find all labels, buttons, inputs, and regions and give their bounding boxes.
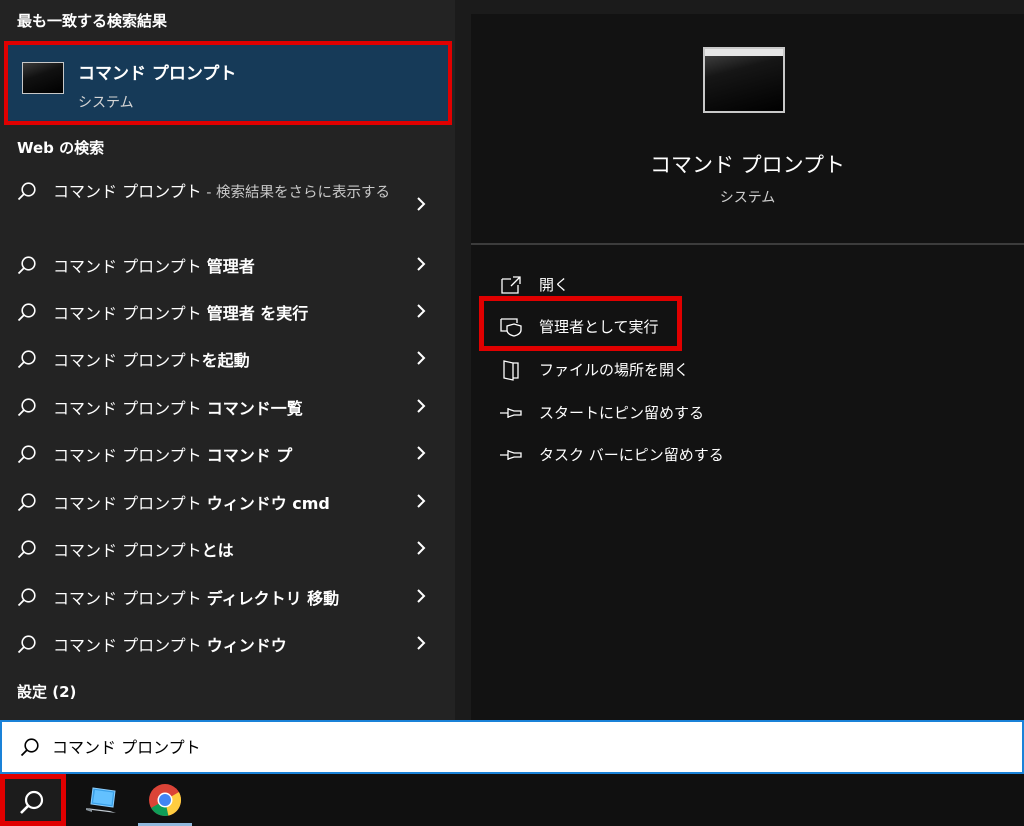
- action-pin-to-taskbar-label: タスク バーにピン留めする: [539, 446, 724, 464]
- web-result-suggestion: コマンド プ: [206, 446, 293, 465]
- best-match-subtitle: システム: [78, 95, 134, 111]
- web-result-item[interactable]: コマンド プロンプト コマンド一覧: [0, 383, 455, 429]
- search-box[interactable]: [0, 720, 1024, 774]
- action-open-label: 開く: [539, 276, 570, 294]
- chevron-right-icon: [417, 197, 426, 211]
- action-open-file-location[interactable]: ファイルの場所を開く: [499, 355, 799, 385]
- web-result-suggestion: ディレクトリ 移動: [206, 589, 340, 608]
- web-result-item[interactable]: コマンド プロンプト - 検索結果をさらに表示する: [0, 176, 455, 234]
- web-result-item[interactable]: コマンド プロンプトとは: [0, 525, 455, 571]
- web-result-item[interactable]: コマンド プロンプト 管理者 を実行: [0, 288, 455, 334]
- chevron-right-icon: [417, 446, 426, 460]
- taskbar: [0, 774, 1024, 826]
- web-result-suggestion: を起動: [201, 351, 250, 370]
- taskbar-search-button[interactable]: [0, 774, 66, 826]
- search-icon: [17, 182, 36, 201]
- web-result-query: コマンド プロンプト: [53, 541, 202, 560]
- web-result-item[interactable]: コマンド プロンプト ウィンドウ cmd: [0, 478, 455, 524]
- taskbar-chrome-button[interactable]: [138, 774, 192, 826]
- web-result-query: コマンド プロンプト: [53, 304, 207, 323]
- best-match-title: コマンド プロンプト: [78, 64, 237, 84]
- preview-divider: [471, 243, 1024, 245]
- command-prompt-app-icon: [22, 62, 64, 94]
- pin-icon: [500, 450, 522, 460]
- preview-app-title: コマンド プロンプト: [649, 153, 846, 177]
- web-result-query: コマンド プロンプト: [53, 636, 207, 655]
- web-result-item[interactable]: コマンド プロンプトを起動: [0, 335, 455, 381]
- web-result-query: コマンド プロンプト: [53, 399, 207, 418]
- web-result-query: コマンド プロンプト: [53, 494, 207, 513]
- settings-header[interactable]: 設定 (2): [17, 681, 76, 702]
- action-pin-to-start-label: スタートにピン留めする: [539, 404, 705, 422]
- search-icon: [17, 588, 36, 607]
- web-result-item[interactable]: コマンド プロンプト 管理者: [0, 241, 455, 287]
- chevron-right-icon: [417, 351, 426, 365]
- web-result-query: コマンド プロンプト: [53, 257, 207, 276]
- this-pc-icon[interactable]: [82, 782, 122, 818]
- web-result-query: コマンド プロンプト: [53, 182, 202, 201]
- open-icon: [501, 276, 521, 294]
- best-match-result[interactable]: コマンド プロンプト システム: [4, 41, 452, 125]
- chevron-right-icon: [417, 636, 426, 650]
- web-result-query: コマンド プロンプト: [53, 351, 202, 370]
- chevron-right-icon: [417, 257, 426, 271]
- best-match-header: 最も一致する検索結果: [17, 12, 168, 30]
- app-preview-panel: コマンド プロンプト システム 開く 管理者として実行 ファイルの場所を開く ス…: [471, 14, 1024, 720]
- web-result-item[interactable]: コマンド プロンプト コマンド プ: [0, 430, 455, 476]
- search-icon: [20, 790, 44, 814]
- search-results-panel: 最も一致する検索結果 コマンド プロンプト システム Web の検索 コマンド …: [0, 0, 455, 720]
- search-icon: [20, 738, 39, 757]
- search-icon: [17, 493, 36, 512]
- search-icon: [17, 540, 36, 559]
- web-result-suggestion: 管理者 を実行: [206, 304, 309, 323]
- search-icon: [17, 398, 36, 417]
- web-result-suggestion: 管理者: [206, 257, 255, 276]
- chevron-right-icon: [417, 304, 426, 318]
- chrome-icon: [149, 784, 182, 816]
- search-icon: [17, 445, 36, 464]
- chevron-right-icon: [417, 399, 426, 413]
- command-prompt-large-icon: [703, 47, 785, 113]
- web-result-suggestion: ウィンドウ: [206, 636, 287, 655]
- action-pin-to-taskbar[interactable]: タスク バーにピン留めする: [499, 440, 799, 470]
- web-search-header: Web の検索: [17, 139, 105, 157]
- action-open-file-location-label: ファイルの場所を開く: [539, 361, 690, 379]
- chevron-right-icon: [417, 589, 426, 603]
- search-icon: [17, 350, 36, 369]
- search-icon: [17, 303, 36, 322]
- web-result-query: コマンド プロンプト: [53, 446, 207, 465]
- web-result-suggestion: とは: [201, 541, 234, 560]
- web-result-suggestion: コマンド一覧: [206, 399, 303, 418]
- run-as-admin-highlight: [479, 296, 682, 351]
- action-pin-to-start[interactable]: スタートにピン留めする: [499, 398, 799, 428]
- web-result-item[interactable]: コマンド プロンプト ウィンドウ: [0, 620, 455, 666]
- search-icon: [17, 635, 36, 654]
- web-result-more-text: - 検索結果をさらに表示する: [201, 185, 391, 201]
- chevron-right-icon: [417, 494, 426, 508]
- chevron-right-icon: [417, 541, 426, 555]
- web-result-query: コマンド プロンプト: [53, 589, 207, 608]
- pin-icon: [500, 408, 522, 418]
- search-input[interactable]: [52, 731, 952, 761]
- file-location-icon: [503, 360, 519, 381]
- web-result-suggestion: ウィンドウ cmd: [206, 494, 330, 513]
- web-result-item[interactable]: コマンド プロンプト ディレクトリ 移動: [0, 573, 455, 619]
- search-icon: [17, 256, 36, 275]
- preview-app-subtitle: システム: [719, 190, 776, 206]
